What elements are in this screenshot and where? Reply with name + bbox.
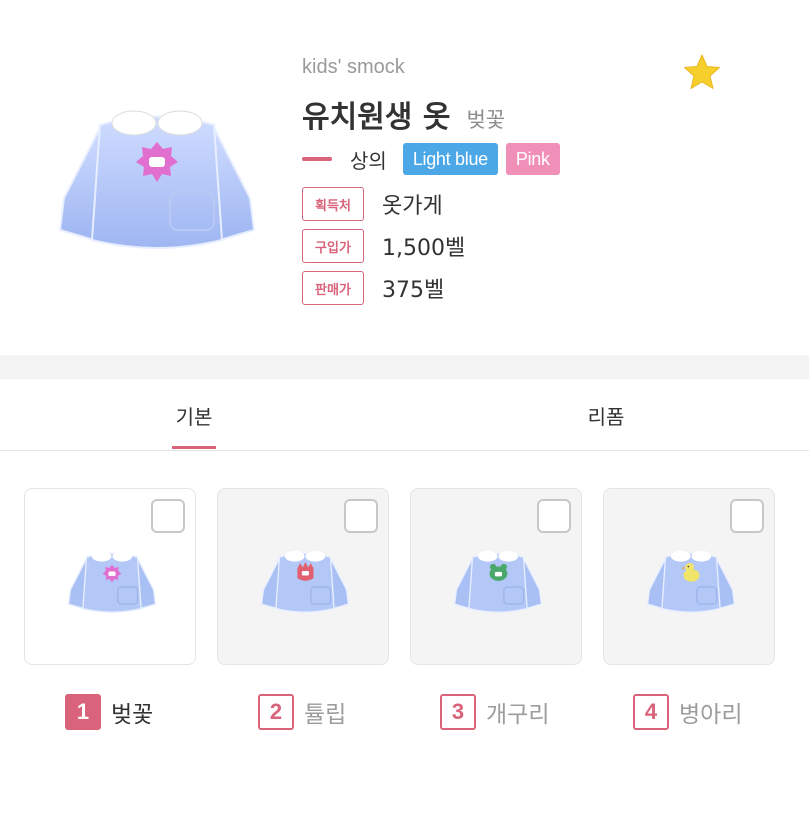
item-title: 유치원생 옷 bbox=[302, 100, 451, 135]
variant-card-3[interactable] bbox=[410, 488, 582, 665]
variant-label-text: 병아리 bbox=[679, 702, 743, 728]
item-header: kids' smock 유치원생 옷 벚꽃 상의 Light blue Pink… bbox=[0, 0, 809, 355]
variant-card-2[interactable] bbox=[217, 488, 389, 665]
info-value-buy-price: 1,500벨 bbox=[382, 236, 466, 261]
category-row: 상의 Light blue Pink bbox=[302, 143, 568, 175]
tab-bar: 기본 리폼 bbox=[0, 379, 809, 451]
variant-number-badge: 3 bbox=[440, 694, 476, 730]
tab-reform-label: 리폼 bbox=[587, 404, 625, 429]
item-subtitle: kids' smock bbox=[302, 56, 405, 78]
variant-label-3[interactable]: 3 개구리 bbox=[440, 694, 549, 730]
category-dash bbox=[302, 157, 332, 161]
variant-checkbox[interactable] bbox=[730, 499, 764, 533]
tab-active-indicator bbox=[172, 446, 216, 449]
variant-number-badge: 4 bbox=[633, 694, 669, 730]
info-tag-source: 획득처 bbox=[302, 187, 364, 221]
variant-label-text: 개구리 bbox=[486, 702, 550, 728]
color-chip-light-blue: Light blue bbox=[402, 143, 498, 175]
info-row-sell-price: 판매가 375벨 bbox=[302, 270, 444, 306]
tab-basic[interactable]: 기본 bbox=[0, 379, 388, 451]
variant-checkbox[interactable] bbox=[344, 499, 378, 533]
variant-label-1[interactable]: 1 벚꽃 bbox=[65, 694, 153, 730]
star-icon[interactable] bbox=[682, 52, 722, 92]
tab-reform[interactable]: 리폼 bbox=[412, 379, 800, 451]
info-row-source: 획득처 옷가게 bbox=[302, 186, 443, 222]
info-row-buy-price: 구입가 1,500벨 bbox=[302, 228, 465, 264]
variant-label-text: 튤립 bbox=[304, 702, 347, 728]
variant-image bbox=[453, 550, 543, 613]
variant-label-4[interactable]: 4 병아리 bbox=[633, 694, 742, 730]
variant-card-1[interactable] bbox=[24, 488, 196, 665]
info-value-source: 옷가게 bbox=[382, 194, 443, 219]
title-row: 유치원생 옷 벚꽃 bbox=[302, 92, 505, 136]
variant-label-text: 벚꽃 bbox=[111, 702, 154, 728]
item-image bbox=[58, 110, 256, 249]
variant-image bbox=[260, 550, 350, 613]
info-tag-buy-price: 구입가 bbox=[302, 229, 364, 263]
variant-card-4[interactable] bbox=[603, 488, 775, 665]
category-label: 상의 bbox=[350, 148, 387, 173]
variant-image bbox=[646, 550, 736, 613]
variant-label-2[interactable]: 2 튤립 bbox=[258, 694, 346, 730]
variant-number-badge: 2 bbox=[258, 694, 294, 730]
color-chip-pink: Pink bbox=[505, 143, 560, 175]
variant-checkbox[interactable] bbox=[151, 499, 185, 533]
variant-image bbox=[67, 550, 157, 613]
variant-number-badge: 1 bbox=[65, 694, 101, 730]
info-tag-sell-price: 판매가 bbox=[302, 271, 364, 305]
item-variant-name: 벚꽃 bbox=[466, 108, 506, 132]
info-value-sell-price: 375벨 bbox=[382, 278, 445, 303]
tab-basic-label: 기본 bbox=[175, 404, 213, 429]
section-divider bbox=[0, 355, 809, 379]
variant-checkbox[interactable] bbox=[537, 499, 571, 533]
